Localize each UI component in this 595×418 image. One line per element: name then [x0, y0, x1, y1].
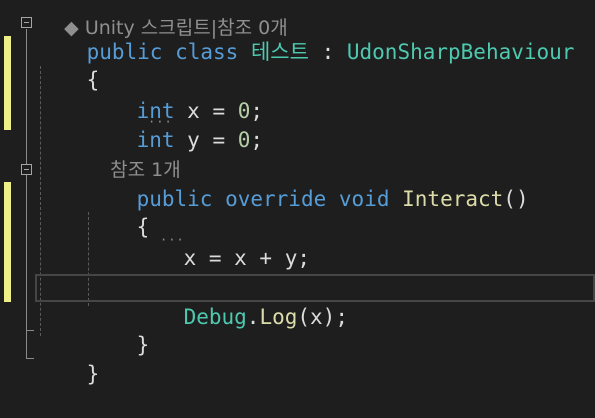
code-editor[interactable]: ◆ Unity 스크립트|참조 0개 public class 테스트 : Ud… [0, 0, 595, 413]
field-decl-text: y = [174, 128, 238, 152]
code-line-class-decl[interactable]: public class 테스트 : UdonSharpBehaviour [36, 9, 595, 64]
codelens-references[interactable]: 참조 1개 [86, 127, 181, 181]
fold-end-class [26, 358, 34, 359]
suggestion-dots[interactable]: ··· [148, 116, 173, 128]
fold-end-method [26, 330, 34, 331]
code-line-open-brace[interactable]: { [86, 184, 595, 239]
code-line-close-brace[interactable]: } [86, 302, 595, 357]
code-line-debug-log[interactable]: Debug.Log(x); [133, 274, 595, 329]
change-marker [4, 36, 11, 130]
collapse-icon[interactable] [21, 17, 32, 28]
assignment-text: x = x + y; [183, 246, 311, 270]
code-line-method-decl[interactable]: public override void Interact() [86, 156, 595, 211]
collapse-icon[interactable] [21, 164, 32, 175]
suggestion-dots[interactable]: ··· [160, 234, 185, 246]
code-line-open-brace[interactable]: { [36, 37, 595, 92]
code-line-assign[interactable]: x = x + y; [133, 215, 595, 270]
brace: } [86, 362, 100, 386]
fold-line-class [26, 29, 27, 358]
number-literal: 0 [237, 128, 251, 152]
code-line-field-x[interactable]: int x = 0; [86, 68, 595, 123]
semicolon: ; [250, 128, 264, 152]
change-marker [4, 182, 11, 302]
code-line-close-brace[interactable]: } [36, 331, 595, 386]
